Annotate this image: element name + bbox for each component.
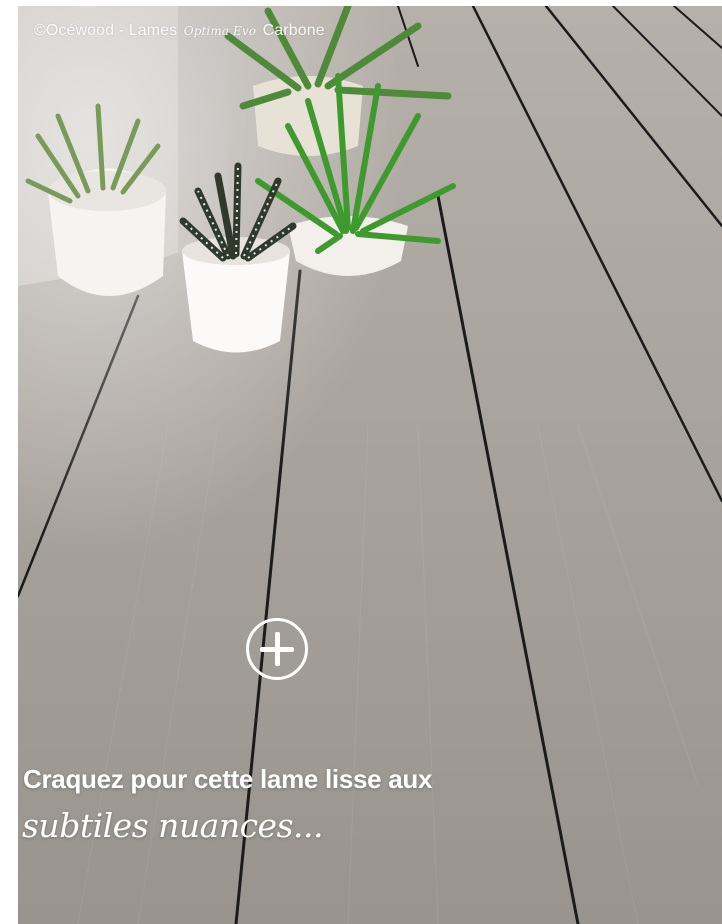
photo-credit-prefix: ©Océwood - Lames	[34, 22, 178, 39]
photo-credit: ©Océwood - Lames Optima Evo Carbone	[34, 22, 325, 40]
plus-circle-icon[interactable]	[246, 618, 308, 680]
overlay-headline: Craquez pour cette lame lisse aux	[23, 764, 433, 794]
photo-credit-suffix: Carbone	[262, 22, 325, 39]
overlay-subline: subtiles nuances...	[22, 806, 324, 845]
photo-credit-product: Optima Evo	[183, 24, 257, 38]
